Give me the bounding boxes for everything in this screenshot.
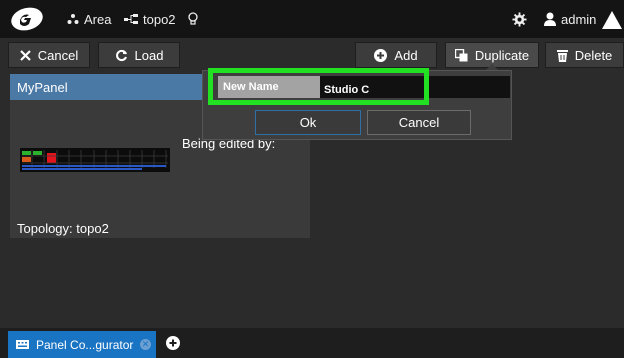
load-button[interactable]: Load xyxy=(98,42,180,68)
topology-icon xyxy=(124,14,138,24)
lightbulb-icon xyxy=(188,12,198,25)
close-icon xyxy=(19,49,31,61)
grass-valley-logo-icon[interactable] xyxy=(10,5,44,33)
duplicate-icon xyxy=(454,48,468,61)
add-tab-icon[interactable] xyxy=(166,336,180,350)
ok-button-label: Ok xyxy=(299,115,317,130)
close-tab-icon[interactable]: ✕ xyxy=(140,339,151,350)
tab-panel-configurator[interactable]: Panel Co...gurator ✕ xyxy=(8,331,156,358)
panel-thumbnail xyxy=(20,148,170,172)
dialog-cancel-button[interactable]: Cancel xyxy=(367,110,471,135)
lightbulb-button[interactable] xyxy=(188,0,203,38)
add-button-label: Add xyxy=(394,47,418,63)
trash-icon xyxy=(556,49,568,62)
keyboard-icon xyxy=(16,340,29,349)
top-bar: Area topo2 admin xyxy=(0,0,624,38)
settings-button[interactable] xyxy=(512,0,532,38)
area-label: Area xyxy=(84,11,112,27)
load-button-label: Load xyxy=(134,47,164,63)
topology-menu[interactable]: topo2 xyxy=(124,0,176,38)
area-menu[interactable]: Area xyxy=(67,0,111,38)
user-icon xyxy=(544,12,556,26)
area-icon xyxy=(67,14,79,24)
topology-label: topo2 xyxy=(143,11,176,27)
dialog-cancel-button-label: Cancel xyxy=(398,115,440,130)
panel-topology-text: Topology: topo2 xyxy=(17,221,109,236)
gear-icon xyxy=(512,11,527,27)
tab-label: Panel Co...gurator xyxy=(36,337,134,352)
toolbar: Cancel Load Add Duplicate Delete xyxy=(0,40,624,70)
delete-button[interactable]: Delete xyxy=(545,42,624,68)
cancel-button[interactable]: Cancel xyxy=(8,42,90,68)
ok-button[interactable]: Ok xyxy=(255,110,361,135)
user-label: admin xyxy=(561,11,597,27)
add-button[interactable]: Add xyxy=(355,42,437,68)
triangle-up-icon[interactable] xyxy=(602,11,622,29)
refresh-icon xyxy=(115,49,127,61)
user-menu[interactable]: admin xyxy=(544,0,596,38)
highlight-outline xyxy=(208,68,429,105)
delete-button-label: Delete xyxy=(574,47,613,63)
plus-circle-icon xyxy=(374,48,388,62)
cancel-button-label: Cancel xyxy=(37,47,79,63)
duplicate-button-label: Duplicate xyxy=(474,47,530,63)
